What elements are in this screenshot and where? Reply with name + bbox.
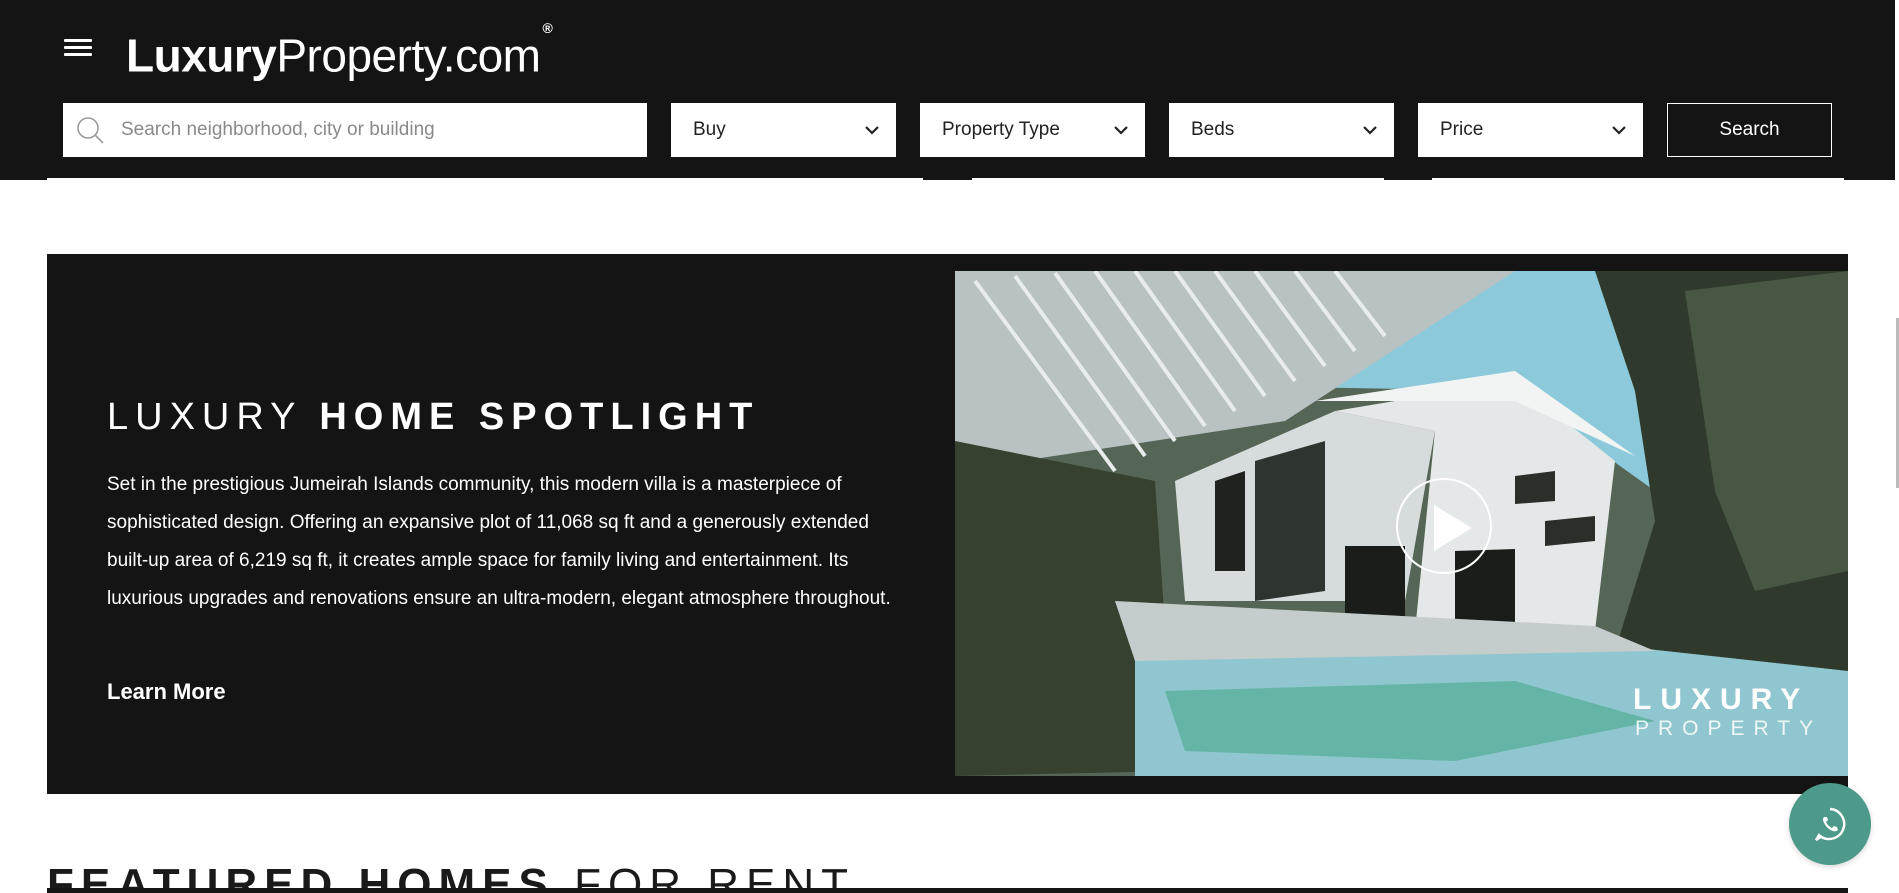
featured-carousel-edge [47,888,1848,893]
header-bottom-edge [1432,178,1844,182]
logo-bold: Luxury [126,29,277,82]
video-watermark-property: PROPERTY [1635,717,1823,740]
header-bottom-edge [47,178,923,182]
site-logo[interactable]: LuxuryProperty.com® [126,20,553,83]
beds-dropdown-label: Beds [1191,119,1235,140]
buy-dropdown[interactable]: Buy [671,103,896,157]
play-button[interactable] [1396,478,1492,574]
chevron-down-icon [1363,126,1377,135]
search-icon [73,113,107,147]
spotlight-title-bold: HOME SPOTLIGHT [319,396,760,438]
buy-dropdown-label: Buy [693,119,726,140]
chevron-down-icon [1114,126,1128,135]
chevron-down-icon [865,126,879,135]
logo-registered-mark: ® [542,20,553,36]
video-watermark-luxury: LUXURY [1633,683,1810,716]
learn-more-link[interactable]: Learn More [107,679,226,705]
whatsapp-icon [1814,807,1846,842]
spotlight-title: LUXURY HOME SPOTLIGHT [107,396,759,439]
menu-icon-bar [64,53,92,56]
site-header: LuxuryProperty.com® Buy Property Type Be… [0,0,1895,180]
property-type-dropdown-label: Property Type [942,119,1060,140]
beds-dropdown[interactable]: Beds [1169,103,1394,157]
search-input[interactable] [121,119,621,141]
search-button[interactable]: Search [1667,103,1832,157]
property-type-dropdown[interactable]: Property Type [920,103,1145,157]
spotlight-description: Set in the prestigious Jumeirah Islands … [107,474,891,609]
price-dropdown-label: Price [1440,119,1484,140]
spotlight-video[interactable]: LUXURY PROPERTY [955,271,1848,776]
price-dropdown[interactable]: Price [1418,103,1643,157]
menu-icon-bar [64,39,92,42]
play-icon [1434,505,1472,551]
search-bar[interactable] [63,103,647,157]
chevron-down-icon [1612,126,1626,135]
luxury-home-spotlight: LUXURY HOME SPOTLIGHT Set in the prestig… [47,254,1848,794]
menu-icon-bar [64,46,92,49]
header-bottom-edge [972,178,1384,182]
menu-button[interactable] [62,35,94,61]
spotlight-title-light: LUXURY [107,396,320,438]
logo-light: Property.com [276,29,541,82]
whatsapp-button[interactable] [1789,783,1871,865]
